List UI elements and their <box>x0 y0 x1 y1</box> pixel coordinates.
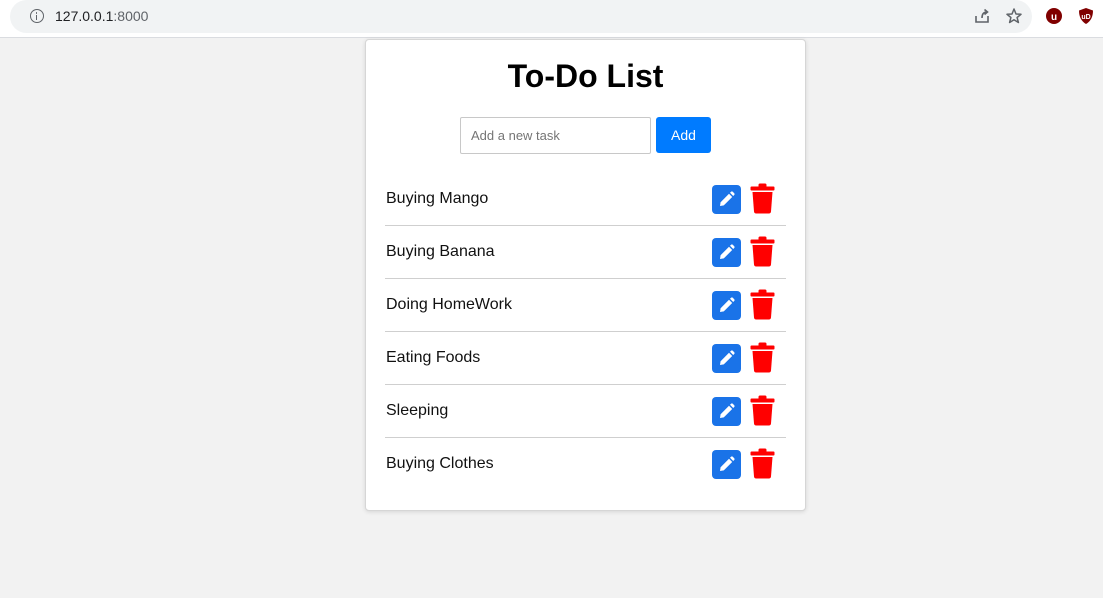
task-item: Eating Foods <box>385 332 786 385</box>
task-label: Doing HomeWork <box>386 296 512 313</box>
edit-button[interactable] <box>712 344 741 373</box>
new-task-input[interactable] <box>460 117 651 154</box>
task-item: Buying Clothes <box>385 438 786 491</box>
delete-button[interactable] <box>750 289 775 320</box>
task-item: Buying Banana <box>385 226 786 279</box>
pencil-icon <box>720 191 735 206</box>
trash-icon <box>750 289 775 320</box>
task-label: Eating Foods <box>386 349 481 366</box>
task-label: Buying Clothes <box>386 455 494 472</box>
pencil-icon <box>720 297 735 312</box>
trash-icon <box>750 183 775 214</box>
url-host: 127.0.0.1 <box>55 8 114 24</box>
task-label: Buying Mango <box>386 190 489 207</box>
pencil-icon <box>720 244 735 259</box>
delete-button[interactable] <box>750 395 775 426</box>
svg-text:u: u <box>1051 12 1057 23</box>
task-item: Doing HomeWork <box>385 279 786 332</box>
delete-button[interactable] <box>750 448 775 479</box>
ublock-shield-icon[interactable]: uD <box>1077 7 1095 25</box>
svg-text:uD: uD <box>1081 14 1090 21</box>
task-list: Buying Mango Buying Banana Doing HomeWor… <box>385 173 786 491</box>
url-text[interactable]: 127.0.0.1:8000 <box>55 8 148 24</box>
bookmark-star-icon[interactable] <box>1005 7 1023 25</box>
edit-button[interactable] <box>712 185 741 214</box>
url-port: :8000 <box>113 8 149 24</box>
share-icon[interactable] <box>973 7 991 25</box>
edit-button[interactable] <box>712 397 741 426</box>
info-icon[interactable] <box>30 9 44 23</box>
pencil-icon <box>720 350 735 365</box>
delete-button[interactable] <box>750 236 775 267</box>
edit-button[interactable] <box>712 238 741 267</box>
edit-button[interactable] <box>712 450 741 479</box>
browser-toolbar: 127.0.0.1:8000 u uD <box>0 0 1103 38</box>
page-title: To-Do List <box>507 58 664 94</box>
add-task-button[interactable]: Add <box>656 117 711 153</box>
trash-icon <box>750 236 775 267</box>
pencil-icon <box>720 403 735 418</box>
extension-icon[interactable]: u <box>1045 7 1063 25</box>
address-bar[interactable]: 127.0.0.1:8000 <box>10 0 1032 33</box>
task-item: Buying Mango <box>385 173 786 226</box>
todo-card: To-Do List Add Buying Mango Buying Banan… <box>365 39 806 511</box>
trash-icon <box>750 448 775 479</box>
trash-icon <box>750 342 775 373</box>
task-label: Buying Banana <box>386 243 495 260</box>
edit-button[interactable] <box>712 291 741 320</box>
task-label: Sleeping <box>386 402 449 419</box>
delete-button[interactable] <box>750 342 775 373</box>
pencil-icon <box>720 456 735 471</box>
delete-button[interactable] <box>750 183 775 214</box>
trash-icon <box>750 395 775 426</box>
task-item: Sleeping <box>385 385 786 438</box>
